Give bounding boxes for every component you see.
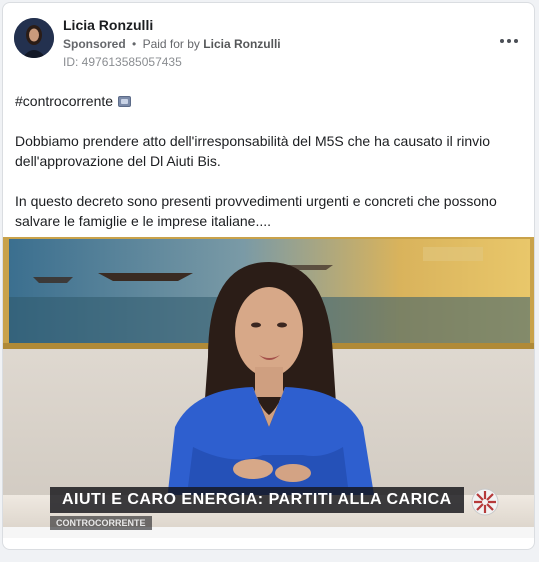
paragraph-1: Dobbiamo prendere atto dell'irresponsabi… [15,133,491,169]
more-options-icon[interactable] [496,31,522,51]
advertiser-name[interactable]: Licia Ronzulli [63,17,153,33]
meta-separator: • [132,37,137,51]
tv-icon [118,96,132,107]
channel-logo-icon [471,488,499,516]
program-label: CONTROCORRENTE [50,516,152,530]
paid-for-label: Paid for by [142,37,200,51]
paragraph-2: In questo decreto sono presenti provvedi… [15,193,497,229]
hashtag[interactable]: #controcorrente [15,93,113,109]
post-text: #controcorrente Dobbiamo prendere atto d… [15,91,520,251]
advertiser-avatar[interactable] [14,18,54,58]
video-thumbnail[interactable]: AIUTI E CARO ENERGIA: PARTITI ALLA CARIC… [3,237,534,538]
post-header: Licia Ronzulli Sponsored • Paid for by L… [3,3,534,83]
sponsored-meta: Sponsored • Paid for by Licia Ronzulli [63,37,281,51]
avatar-image [14,18,54,58]
hashtag-line: #controcorrente [15,91,520,111]
ad-card: Licia Ronzulli Sponsored • Paid for by L… [2,2,535,550]
sponsored-label: Sponsored [63,37,126,51]
video-banner: AIUTI E CARO ENERGIA: PARTITI ALLA CARIC… [50,487,464,513]
ad-id: ID: 497613585057435 [63,55,182,69]
paid-for-name[interactable]: Licia Ronzulli [203,37,280,51]
